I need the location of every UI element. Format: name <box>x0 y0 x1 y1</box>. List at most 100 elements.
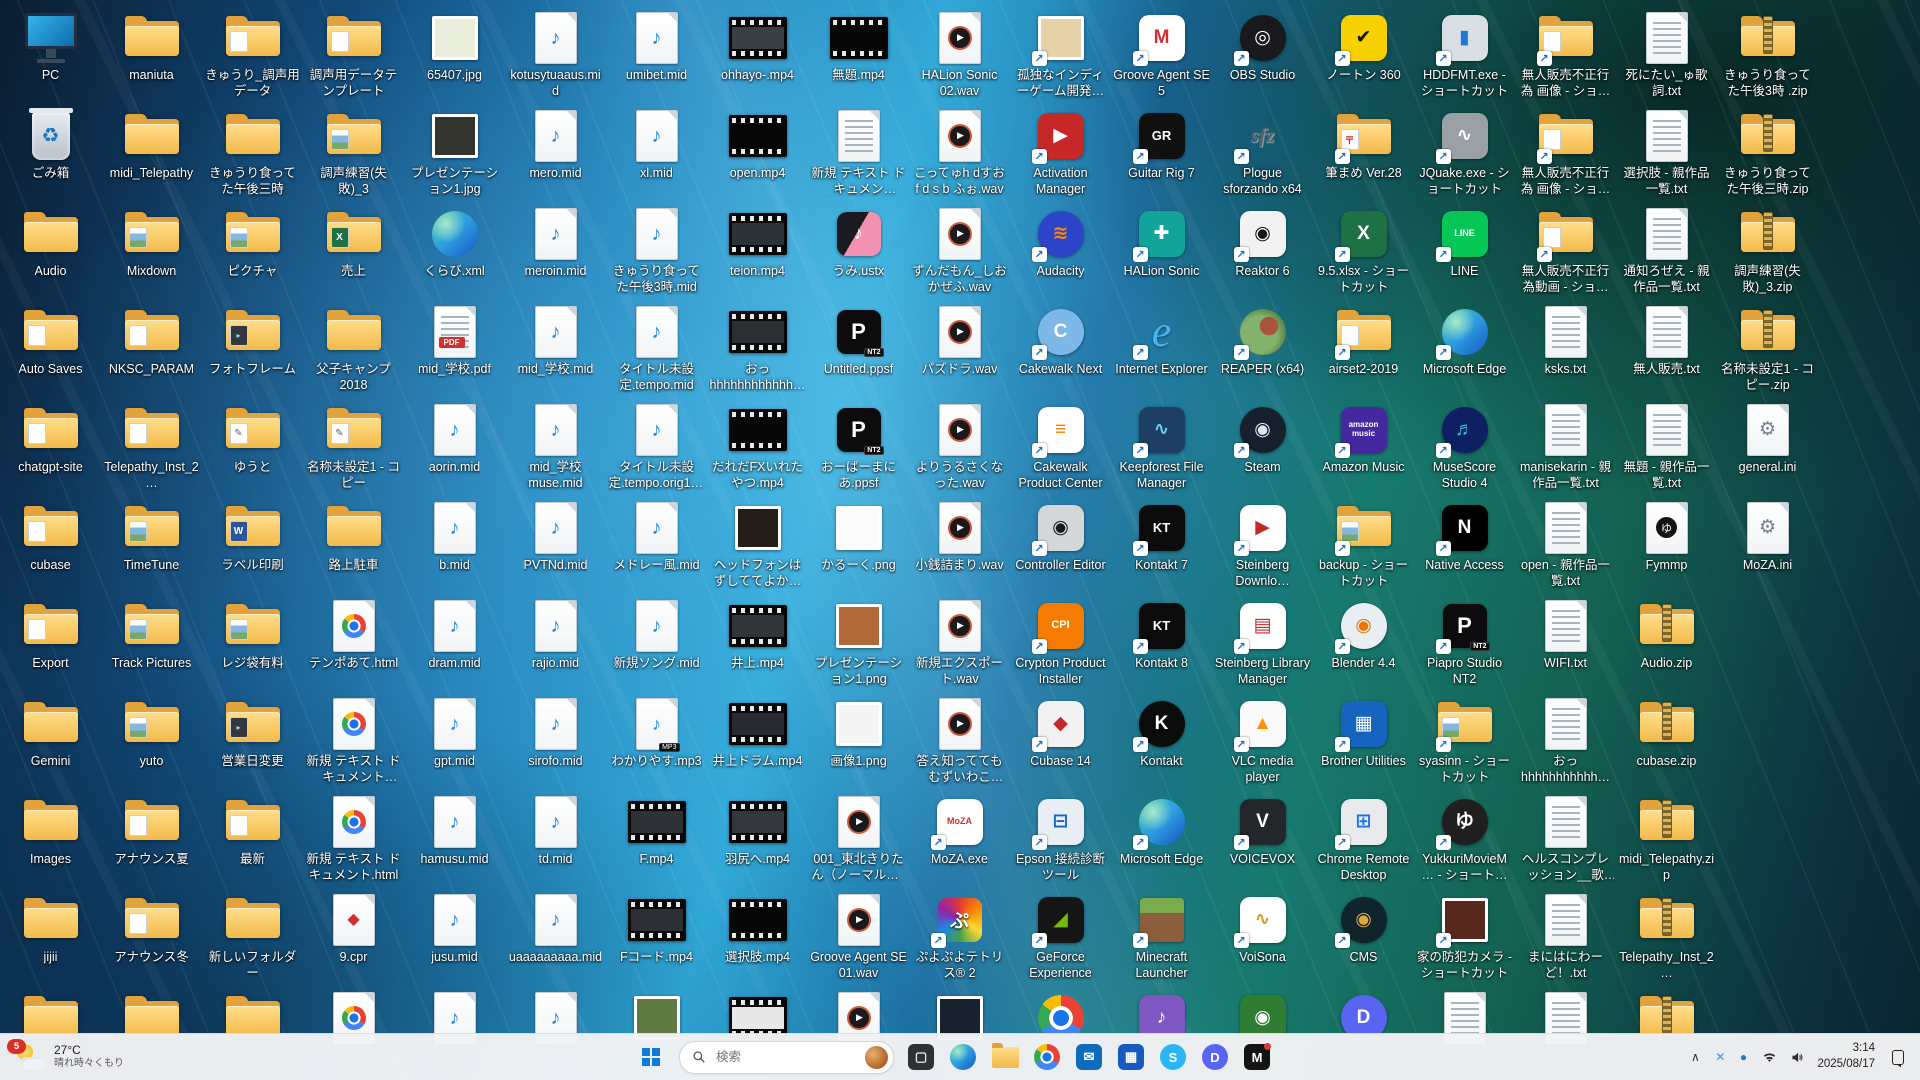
desktop-icon[interactable]: F.mp4 <box>606 786 707 884</box>
desktop-icon[interactable]: 調声練習(失敗)_3 <box>303 100 404 198</box>
desktop-icon[interactable]: ▶新規エクスポート.wav <box>909 590 1010 688</box>
desktop-icon[interactable]: chatgpt-site <box>0 394 101 492</box>
desktop-icon[interactable]: midi_Telepathy.zip <box>1616 786 1717 884</box>
desktop-icon[interactable]: ↗無人販売不正行為 画像 - ショートカット <box>1515 100 1616 198</box>
desktop-icon[interactable]: Telepathy_Inst_2… <box>1616 884 1717 982</box>
desktop-icon[interactable]: ♪sirofo.mid <box>505 688 606 786</box>
desktop-icon[interactable]: V↗VOICEVOX <box>1212 786 1313 884</box>
desktop-icon[interactable]: ヘルスコンプレッション__歌詞.txt <box>1515 786 1616 884</box>
desktop-icon[interactable]: ▲↗VLC media player <box>1212 688 1313 786</box>
desktop-icon[interactable]: 新規 テキスト ドキュメント.html <box>303 786 404 884</box>
desktop-icon[interactable]: Audio <box>0 198 101 296</box>
desktop-icon[interactable]: KT↗Kontakt 7 <box>1111 492 1212 590</box>
desktop-icon[interactable]: CPI↗Crypton Product Installer <box>1010 590 1111 688</box>
taskbar-app-microsoft-edge[interactable] <box>947 1041 979 1073</box>
desktop-icon[interactable]: 父子キャンプ2018 <box>303 296 404 394</box>
desktop-icon[interactable]: ↗syasinn - ショートカット <box>1414 688 1515 786</box>
desktop-icon[interactable]: 〒↗筆まめ Ver.28 <box>1313 100 1414 198</box>
taskbar-app-office-app[interactable]: ▦ <box>1115 1041 1147 1073</box>
taskbar-app-google-chrome[interactable] <box>1031 1041 1063 1073</box>
desktop-icon[interactable]: ▸営業日変更 <box>202 688 303 786</box>
desktop-icon[interactable]: 路上駐車 <box>303 492 404 590</box>
desktop-icon[interactable]: ohhayo-.mp4 <box>707 2 808 100</box>
desktop-icon[interactable]: ✔↗ノートン 360 <box>1313 2 1414 100</box>
desktop-icon[interactable]: ◉↗Blender 4.4 <box>1313 590 1414 688</box>
desktop-icon[interactable]: PC <box>0 2 101 100</box>
desktop-icon[interactable]: LINE↗LINE <box>1414 198 1515 296</box>
desktop-icon[interactable]: WIFI.txt <box>1515 590 1616 688</box>
desktop-icon[interactable]: ♪新規ソング.mid <box>606 590 707 688</box>
tray-app-2-icon[interactable]: ● <box>1736 1050 1750 1064</box>
desktop-icon[interactable]: ≋↗Audacity <box>1010 198 1111 296</box>
desktop-icon[interactable]: まにはにわーど！.txt <box>1515 884 1616 982</box>
desktop-icon[interactable]: open - 親作品一覧.txt <box>1515 492 1616 590</box>
desktop-icon[interactable]: ♪mid_学校 muse.mid <box>505 394 606 492</box>
desktop-icon[interactable]: ♻ごみ箱 <box>0 100 101 198</box>
desktop-icon[interactable]: sfz↗Plogue sforzando x64 <box>1212 100 1313 198</box>
desktop-icon[interactable]: 画像1.png <box>808 688 909 786</box>
desktop-icon[interactable]: ▶ずんだもん_しおかぜふ.wav <box>909 198 1010 296</box>
desktop-icon[interactable]: ヘッドフォンはずしててよかっt.mp4 <box>707 492 808 590</box>
desktop-icon[interactable]: PNT2Untitled.ppsf <box>808 296 909 394</box>
desktop-icon[interactable]: TimeTune <box>101 492 202 590</box>
desktop-icon[interactable]: プレゼンテーション1.png <box>808 590 909 688</box>
desktop-icon[interactable]: ∿↗JQuake.exe - ショートカット <box>1414 100 1515 198</box>
desktop-icon[interactable]: ▶Groove Agent SE 01.wav <box>808 884 909 982</box>
taskbar-app-discord-app[interactable]: D <box>1199 1041 1231 1073</box>
desktop-icon[interactable]: ⊟↗Epson 接続診断ツール <box>1010 786 1111 884</box>
desktop-icon[interactable]: ◉↗Steam <box>1212 394 1313 492</box>
desktop-icon[interactable]: Wラベル印刷 <box>202 492 303 590</box>
desktop-icon[interactable]: ♪mid_学校.mid <box>505 296 606 394</box>
desktop-icon[interactable]: 65407.jpg <box>404 2 505 100</box>
desktop-icon[interactable]: Export <box>0 590 101 688</box>
desktop-icon[interactable]: ✎ゆうと <box>202 394 303 492</box>
desktop-icon[interactable]: ⚙MoZA.ini <box>1717 492 1818 590</box>
desktop-icon[interactable]: GR↗Guitar Rig 7 <box>1111 100 1212 198</box>
desktop-icon[interactable]: 無人販売.txt <box>1616 296 1717 394</box>
desktop-icon[interactable]: ksks.txt <box>1515 296 1616 394</box>
desktop-icon[interactable]: ◆9.cpr <box>303 884 404 982</box>
desktop-icon[interactable]: ↗Minecraft Launcher <box>1111 884 1212 982</box>
desktop-icon[interactable]: K↗Kontakt <box>1111 688 1212 786</box>
desktop-icon[interactable]: N↗Native Access <box>1414 492 1515 590</box>
desktop-icon[interactable]: ♬↗MuseScore Studio 4 <box>1414 394 1515 492</box>
desktop-icon[interactable]: ♪きゅうり食ってた午後3時.mid <box>606 198 707 296</box>
desktop-icon[interactable]: ↗家の防犯カメラ - ショートカット <box>1414 884 1515 982</box>
desktop-icon[interactable]: プレゼンテーション1.jpg <box>404 100 505 198</box>
desktop-icon[interactable]: ▶↗Steinberg Downlo… <box>1212 492 1313 590</box>
desktop-icon[interactable]: Telepathy_Inst_2… <box>101 394 202 492</box>
desktop-icon[interactable]: ↗Microsoft Edge <box>1414 296 1515 394</box>
desktop-icon[interactable]: Mixdown <box>101 198 202 296</box>
desktop-icon[interactable]: きゅうり食ってた午後3時 .zip <box>1717 2 1818 100</box>
desktop-icon[interactable]: ピクチャ <box>202 198 303 296</box>
desktop-icon[interactable]: ◢↗GeForce Experience <box>1010 884 1111 982</box>
desktop-icon[interactable]: ↗孤独なインディーゲーム開発者の一生 … <box>1010 2 1111 100</box>
tray-chevron-up-icon[interactable]: ∧ <box>1688 1050 1702 1064</box>
desktop-icon[interactable]: 井上.mp4 <box>707 590 808 688</box>
desktop-icon[interactable]: 新規 テキスト ドキュメント.musicxml <box>808 100 909 198</box>
desktop-icon[interactable]: ゆFymmp <box>1616 492 1717 590</box>
desktop-icon[interactable]: ◉↗CMS <box>1313 884 1414 982</box>
clock[interactable]: 3:14 2025/08/17 <box>1817 1041 1875 1072</box>
volume-icon[interactable] <box>1789 1050 1806 1065</box>
desktop-icon[interactable]: maniuta <box>101 2 202 100</box>
desktop-icon[interactable]: ▶パズドラ.wav <box>909 296 1010 394</box>
desktop-icon[interactable]: ▤↗Steinberg Library Manager <box>1212 590 1313 688</box>
desktop-icon[interactable]: cubase.zip <box>1616 688 1717 786</box>
desktop-icon[interactable]: ♪dram.mid <box>404 590 505 688</box>
desktop-icon[interactable]: PDFmid_学校.pdf <box>404 296 505 394</box>
desktop-icon[interactable]: 新規 テキスト ドキュメント (2).html <box>303 688 404 786</box>
desktop-icon[interactable]: アナウンス冬 <box>101 884 202 982</box>
desktop-icon[interactable]: ♪rajio.mid <box>505 590 606 688</box>
desktop-icon[interactable]: ✎名称未設定1 - コピー <box>303 394 404 492</box>
desktop-icon[interactable]: ♪jusu.mid <box>404 884 505 982</box>
desktop-icon[interactable]: ♪hamusu.mid <box>404 786 505 884</box>
desktop-icon[interactable]: M↗Groove Agent SE 5 <box>1111 2 1212 100</box>
desktop-icon[interactable]: 羽尻へ.mp4 <box>707 786 808 884</box>
desktop-icon[interactable]: 死にたい_ゅ歌詞.txt <box>1616 2 1717 100</box>
desktop-icon[interactable]: ▶こってゅh dすお f d s b ふぉ.wav <box>909 100 1010 198</box>
taskbar-app-m-app[interactable]: M <box>1241 1041 1273 1073</box>
desktop-icon[interactable]: ∿↗VoiSona <box>1212 884 1313 982</box>
desktop-icon[interactable]: ♪タイトル未設定.tempo.orig1.mid <box>606 394 707 492</box>
desktop-icon[interactable]: amazon music↗Amazon Music <box>1313 394 1414 492</box>
